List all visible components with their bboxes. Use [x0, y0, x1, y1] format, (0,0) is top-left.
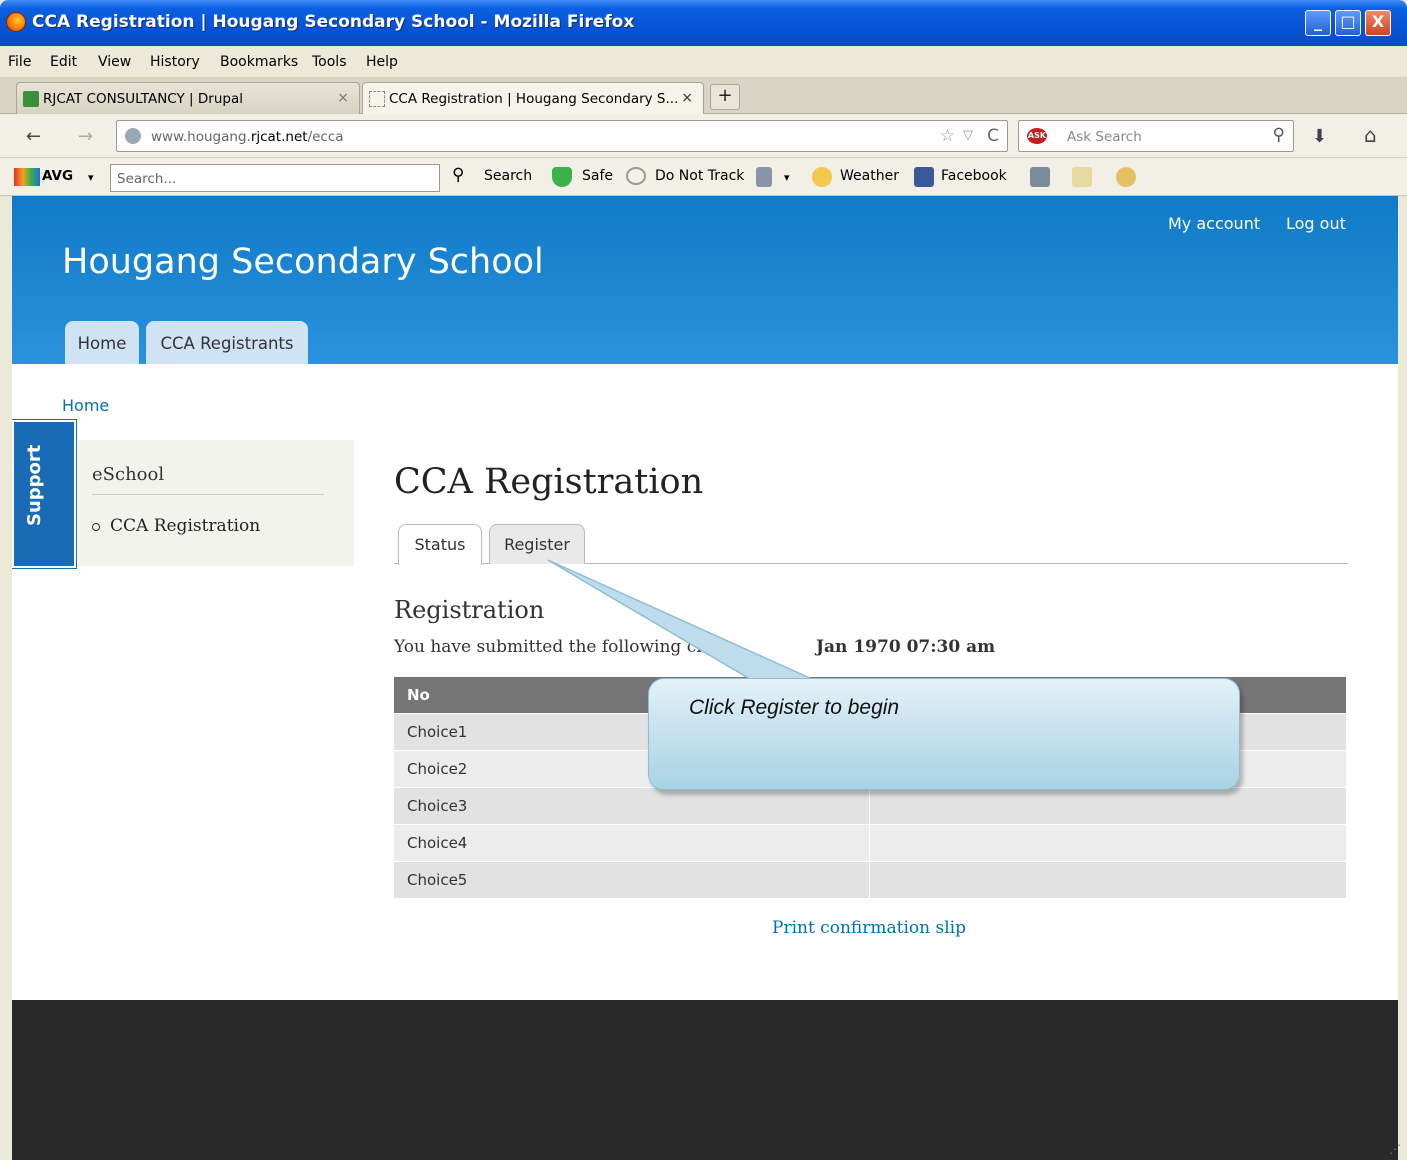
- callout-box: Click Register to begin: [648, 678, 1240, 790]
- callout-text: Click Register to begin: [689, 696, 900, 719]
- browser-window: CCA Registration | Hougang Secondary Sch…: [0, 0, 1407, 1160]
- resize-grip-icon[interactable]: ⋰: [1389, 1142, 1401, 1156]
- callout-pointer: [547, 559, 813, 680]
